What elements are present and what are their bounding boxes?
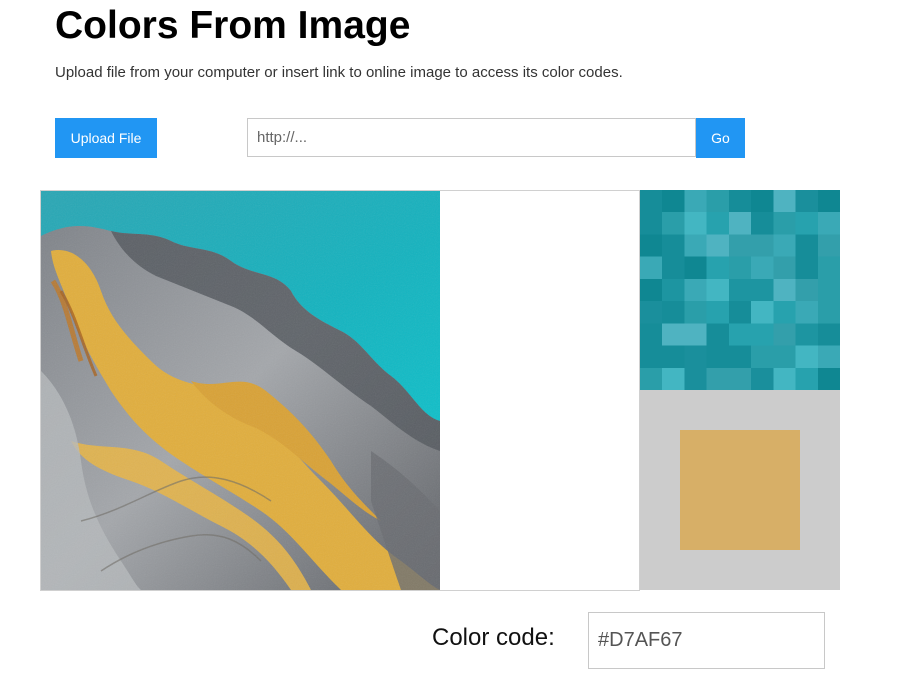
zoom-pixel	[817, 256, 840, 279]
zoom-pixel	[817, 367, 840, 390]
zoom-pixel	[684, 301, 707, 324]
zoom-pixel	[706, 190, 729, 213]
zoom-pixel	[773, 278, 796, 302]
zoom-pixel	[773, 301, 796, 324]
image-canvas[interactable]	[40, 190, 640, 591]
zoom-pixel	[795, 190, 818, 213]
uploaded-image-preview[interactable]	[41, 191, 440, 590]
zoom-pixel	[662, 212, 685, 235]
zoom-pixel	[640, 212, 663, 235]
zoom-pixel	[640, 323, 663, 346]
zoom-pixel	[706, 278, 729, 302]
zoom-pixel	[706, 367, 729, 390]
zoomed-pixels	[640, 190, 840, 390]
zoom-pixel	[728, 301, 752, 324]
zoom-pixel	[773, 367, 796, 390]
zoom-pixel	[662, 256, 685, 279]
zoom-pixel	[728, 345, 752, 368]
zoom-pixel	[684, 212, 707, 235]
zoom-pixel	[751, 278, 774, 302]
zoom-pixel	[795, 301, 818, 324]
zoom-pixel	[706, 234, 729, 257]
zoom-pixel	[773, 234, 796, 257]
page-subtitle: Upload file from your computer or insert…	[55, 64, 623, 81]
zoom-pixel	[662, 190, 685, 213]
zoom-pixel	[640, 367, 663, 390]
zoom-pixel	[684, 256, 707, 279]
zoom-pixel	[773, 323, 796, 346]
zoom-pixel	[751, 301, 774, 324]
pixel-zoom-magnifier	[640, 190, 840, 390]
zoom-pixel	[795, 234, 818, 257]
zoom-pixel	[684, 234, 707, 257]
zoom-pixel	[662, 367, 685, 390]
zoom-pixel	[640, 301, 663, 324]
zoom-pixel	[640, 278, 663, 302]
selected-color-panel	[640, 390, 840, 590]
zoom-pixel	[684, 345, 707, 368]
zoom-pixel	[751, 256, 774, 279]
zoom-pixel	[662, 301, 685, 324]
zoom-pixel	[662, 234, 685, 257]
zoom-pixel	[817, 301, 840, 324]
zoom-pixel	[817, 323, 840, 346]
upload-file-button[interactable]: Upload File	[55, 118, 157, 158]
zoom-pixel	[728, 323, 752, 346]
zoom-pixel	[751, 190, 774, 213]
color-code-label: Color code:	[432, 624, 555, 651]
zoom-pixel	[817, 234, 840, 257]
go-button[interactable]: Go	[696, 118, 745, 158]
image-url-input[interactable]	[247, 118, 696, 157]
zoom-pixel	[640, 234, 663, 257]
zoom-pixel	[817, 345, 840, 368]
zoom-pixel	[728, 256, 752, 279]
color-code-field[interactable]	[588, 612, 825, 669]
aerial-photo-image	[41, 191, 440, 590]
zoom-pixel	[684, 278, 707, 302]
zoom-pixel	[728, 367, 752, 390]
zoom-pixel	[662, 323, 685, 346]
zoom-pixel	[662, 345, 685, 368]
zoom-pixel	[773, 256, 796, 279]
zoom-pixel	[751, 367, 774, 390]
zoom-pixel	[795, 345, 818, 368]
zoom-pixel	[684, 190, 707, 213]
zoom-pixel	[795, 212, 818, 235]
zoom-pixel	[640, 256, 663, 279]
zoom-pixel	[795, 256, 818, 279]
zoom-pixel	[773, 345, 796, 368]
zoom-pixel	[728, 234, 752, 257]
zoom-pixel	[795, 278, 818, 302]
zoom-pixel	[817, 190, 840, 213]
page: Colors From Image Upload file from your …	[0, 0, 916, 690]
zoom-pixel	[706, 212, 729, 235]
zoom-pixel	[751, 212, 774, 235]
zoom-pixel	[728, 212, 752, 235]
zoom-pixel	[817, 278, 840, 302]
zoom-pixel	[706, 301, 729, 324]
zoom-pixel	[751, 234, 774, 257]
selected-color-swatch	[680, 430, 800, 550]
zoom-pixel	[751, 345, 774, 368]
zoom-pixel	[706, 345, 729, 368]
zoom-pixel	[795, 323, 818, 346]
zoom-pixel	[728, 278, 752, 302]
zoom-pixel	[640, 190, 663, 213]
zoom-pixel	[640, 345, 663, 368]
zoom-pixel	[662, 278, 685, 302]
zoom-pixel	[706, 323, 729, 346]
zoom-pixel	[706, 256, 729, 279]
zoom-pixel	[773, 212, 796, 235]
zoom-pixel	[751, 323, 774, 346]
zoom-pixel	[684, 323, 707, 346]
zoom-pixel	[773, 190, 796, 213]
zoom-pixel	[728, 190, 752, 213]
zoom-pixel	[684, 367, 707, 390]
page-title: Colors From Image	[55, 4, 411, 47]
zoom-pixel	[795, 367, 818, 390]
zoom-pixel	[817, 212, 840, 235]
